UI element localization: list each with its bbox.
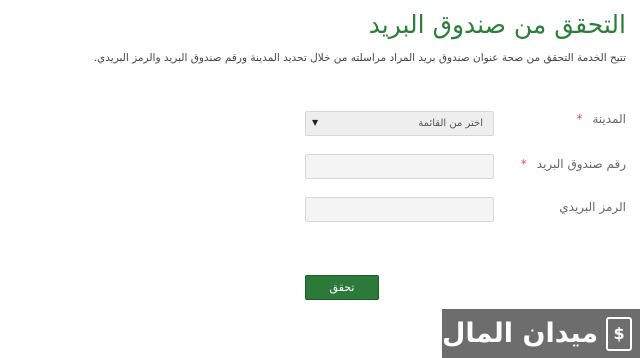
required-mark: *: [520, 157, 527, 171]
po-box-label-text: رقم صندوق البريد: [536, 157, 626, 171]
service-description: تتيح الخدمة التحقق من صحة عنوان صندوق بر…: [93, 52, 626, 64]
brand-name: ميدان المال: [442, 318, 599, 349]
page-title: التحقق من صندوق البريد: [368, 10, 626, 39]
city-label: المدينة *: [576, 112, 626, 126]
city-label-text: المدينة: [592, 112, 626, 126]
required-mark: *: [576, 112, 583, 126]
brand-watermark: $ ميدان المال: [442, 309, 640, 358]
postal-code-input[interactable]: [305, 197, 494, 222]
money-icon: $: [606, 316, 633, 351]
triangle-down-icon: ▼: [312, 118, 319, 127]
po-box-label: رقم صندوق البريد *: [521, 157, 626, 171]
postal-code-label: الرمز البريدي: [559, 200, 626, 214]
verify-button[interactable]: تحقق: [305, 275, 379, 300]
po-box-input[interactable]: [305, 154, 494, 179]
city-select-value: اختر من القائمة: [418, 118, 483, 129]
city-select[interactable]: اختر من القائمة ▼: [305, 111, 494, 136]
